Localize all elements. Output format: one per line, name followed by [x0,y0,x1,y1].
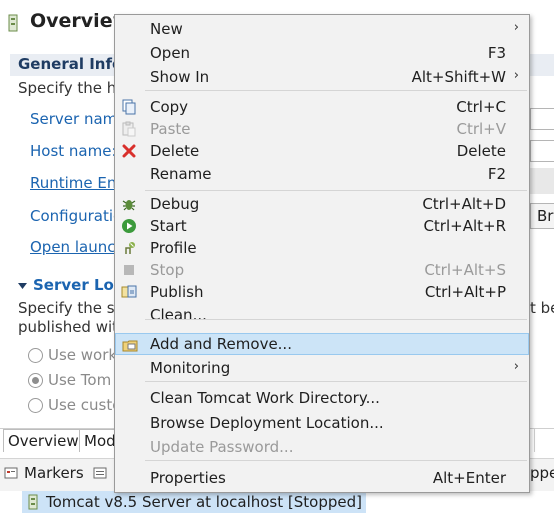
editor-scroll-area [534,428,554,452]
radio-custom[interactable] [28,398,43,413]
stop-icon [121,262,137,278]
menu-item-label: Add and Remove... [150,335,292,353]
menu-item-profile[interactable]: Profile [115,237,529,259]
menu-item-clean[interactable]: Clean... [115,304,529,326]
context-menu: New › Open F3 Show In Alt+Shift+W › Copy Ctrl+C P… [114,14,530,493]
menu-item-label: Clean... [150,306,207,324]
menu-item-new[interactable]: New › [115,18,529,40]
menu-item-shortcut: Ctrl+V [456,120,506,138]
paste-icon [121,121,137,137]
general-description: Specify the h [18,79,117,97]
menu-item-label: Rename [150,165,212,183]
markers-icon [4,466,18,480]
menu-item-publish[interactable]: Publish Ctrl+Alt+P [115,281,529,303]
menu-item-label: Copy [150,98,189,116]
menu-item-label: Publish [150,283,204,301]
menu-item-label: Show In [150,68,210,86]
submenu-arrow-icon: › [513,20,519,35]
menu-item-label: Clean Tomcat Work Directory... [150,389,380,407]
server-icon [8,14,18,32]
runtime-environment-link[interactable]: Runtime Env [30,174,125,192]
menu-item-label: Profile [150,239,197,257]
menu-item-label: New [150,20,183,38]
menu-item-open[interactable]: Open F3 [115,42,529,64]
publish-icon [121,284,137,300]
host-name-input[interactable] [530,140,554,162]
menu-item-label: Stop [150,261,185,279]
menu-separator [145,190,527,191]
menu-separator [145,319,527,320]
menu-item-clean-tomcat-work-directory[interactable]: Clean Tomcat Work Directory... [115,387,529,409]
markers-tab[interactable]: Markers [24,464,84,482]
menu-separator [145,90,527,91]
browse-button[interactable]: Br [530,203,554,229]
menu-item-label: Paste [150,120,191,138]
menu-item-label: Delete [150,142,200,160]
menu-item-shortcut: Ctrl+Alt+R [423,217,506,235]
menu-item-shortcut: Delete [456,142,506,160]
menu-item-show-in[interactable]: Show In Alt+Shift+W › [115,66,529,88]
copy-icon [121,99,137,115]
radio-tomcat[interactable] [28,373,43,388]
menu-separator [145,381,527,382]
general-section-title: General Infor [18,55,130,73]
menu-item-shortcut: Ctrl+Alt+D [422,195,506,213]
menu-item-delete[interactable]: Delete Delete [115,140,529,162]
menu-item-shortcut: Alt+Enter [432,469,506,487]
add-remove-icon [122,337,138,353]
menu-item-start[interactable]: Start Ctrl+Alt+R [115,215,529,237]
delete-icon [121,143,137,159]
host-name-label: Host name: [30,142,117,160]
menu-item-monitoring[interactable]: Monitoring › [115,357,529,379]
collapse-arrow-icon[interactable] [18,276,27,289]
menu-item-add-and-remove[interactable]: Add and Remove... [115,333,529,355]
menu-item-shortcut: F2 [487,165,506,183]
menu-item-debug[interactable]: Debug Ctrl+Alt+D [115,193,529,215]
menu-item-stop: Stop Ctrl+Alt+S [115,259,529,281]
server-name-label: Server name [30,110,127,128]
profile-icon [121,240,137,256]
snippets-tab-fragment[interactable]: ppet [530,464,554,482]
submenu-arrow-icon: › [513,359,519,374]
menu-item-shortcut: Ctrl+C [456,98,506,116]
menu-item-label: Debug [150,195,200,213]
location-description-right: t be [530,299,554,317]
menu-item-label: Browse Deployment Location... [150,414,384,432]
tab-overview[interactable]: Overview [3,429,84,452]
menu-item-shortcut: F3 [487,44,506,62]
menu-item-shortcut: Ctrl+Alt+S [424,261,506,279]
location-description: Specify the se [18,299,124,317]
server-name-input[interactable] [530,108,554,130]
menu-item-properties[interactable]: Properties Alt+Enter [115,467,529,489]
radio-custom-label: Use custo [48,396,122,414]
menu-item-browse-deployment-location[interactable]: Browse Deployment Location... [115,412,529,434]
tomcat-server-icon [26,494,40,510]
server-entry-label: Tomcat v8.5 Server at localhost [Stopped… [46,493,362,511]
open-launch-link[interactable]: Open launch [30,238,125,256]
debug-icon [121,196,137,212]
start-icon [121,218,137,234]
radio-workspace-label: Use work [48,346,118,364]
submenu-arrow-icon: › [513,68,519,83]
server-list-item[interactable]: Tomcat v8.5 Server at localhost [Stopped… [22,491,366,513]
menu-item-label: Update Password... [150,438,294,456]
menu-separator [145,460,527,461]
menu-item-label: Open [150,44,191,62]
properties-tab-icon[interactable] [93,466,107,480]
menu-item-copy[interactable]: Copy Ctrl+C [115,96,529,118]
location-description-2: published wit [18,318,119,336]
menu-item-shortcut: Ctrl+Alt+P [424,283,506,301]
runtime-dropdown[interactable] [530,168,554,194]
radio-tomcat-label: Use Tom [48,371,112,389]
menu-item-shortcut: Alt+Shift+W [411,68,506,86]
menu-item-rename[interactable]: Rename F2 [115,163,529,185]
menu-item-label: Monitoring [150,359,231,377]
menu-item-label: Properties [150,469,226,487]
menu-item-paste: Paste Ctrl+V [115,118,529,140]
menu-item-label: Start [150,217,187,235]
radio-workspace[interactable] [28,348,43,363]
menu-item-update-password: Update Password... [115,436,529,458]
